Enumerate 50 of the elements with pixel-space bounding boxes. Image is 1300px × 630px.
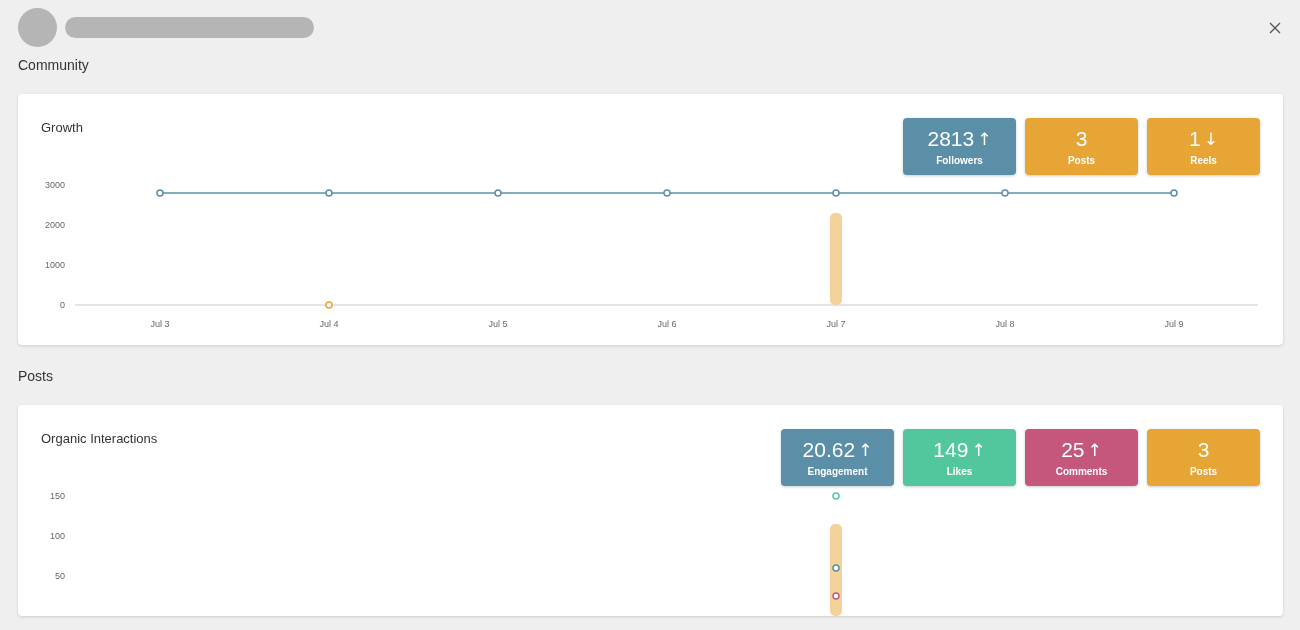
stat-value: 3 — [1197, 438, 1210, 462]
stat-value: 3 — [1075, 127, 1088, 151]
close-icon — [1269, 21, 1281, 34]
chart-point — [832, 592, 840, 600]
section-title: Posts — [18, 367, 54, 386]
stat-value: 1 — [1189, 127, 1201, 151]
x-tick-label: Jul 8 — [995, 319, 1015, 329]
stat-value: 149 — [933, 438, 969, 462]
stat-label: Posts — [1189, 466, 1218, 477]
stat-label: Engagement — [807, 466, 868, 477]
trend-arrow: ↑ — [977, 128, 992, 151]
y-tick-label: 0 — [60, 300, 65, 310]
x-tick-label: Jul 3 — [150, 319, 170, 329]
stat-value: 25 — [1061, 438, 1085, 462]
x-tick-label: Jul 7 — [826, 319, 846, 329]
trend-arrow: ↑ — [1087, 439, 1102, 462]
trend-arrow: ↑ — [858, 439, 873, 462]
y-tick-label: 100 — [49, 531, 65, 541]
chart-point — [832, 189, 840, 197]
x-tick-label: Jul 4 — [319, 319, 339, 329]
stat-label: Posts — [1067, 155, 1096, 166]
chart-point — [325, 301, 333, 309]
chart-point — [156, 189, 164, 197]
chart-point — [325, 189, 333, 197]
stat-label: Reels — [1190, 155, 1217, 166]
stat-value: 20.62 — [802, 438, 856, 462]
y-tick-label: 50 — [55, 571, 65, 581]
stat-label: Followers — [936, 155, 983, 166]
y-tick-label: 2000 — [44, 220, 65, 230]
chart-point — [1001, 189, 1009, 197]
x-tick-label: Jul 9 — [1164, 319, 1184, 329]
trend-arrow: ↓ — [1203, 128, 1218, 151]
y-tick-label: 1000 — [44, 260, 65, 270]
chart-point — [663, 189, 671, 197]
trend-arrow: ↑ — [971, 439, 986, 462]
section-title: Community — [18, 56, 90, 75]
x-tick-label: Jul 5 — [488, 319, 508, 329]
avatar-placeholder — [18, 8, 57, 47]
chart-point — [1170, 189, 1178, 197]
x-tick-label: Jul 6 — [657, 319, 677, 329]
y-tick-label: 150 — [49, 491, 65, 501]
chart-point — [494, 189, 502, 197]
chart-title: Organic Interactions — [41, 431, 158, 446]
chart-point — [832, 492, 840, 500]
chart-point — [832, 564, 840, 572]
stat-value: 2813 — [927, 127, 975, 151]
y-tick-label: 3000 — [44, 180, 65, 190]
chart-title: Growth — [41, 120, 83, 135]
stat-label: Likes — [946, 466, 973, 477]
stat-label: Comments — [1055, 466, 1108, 477]
